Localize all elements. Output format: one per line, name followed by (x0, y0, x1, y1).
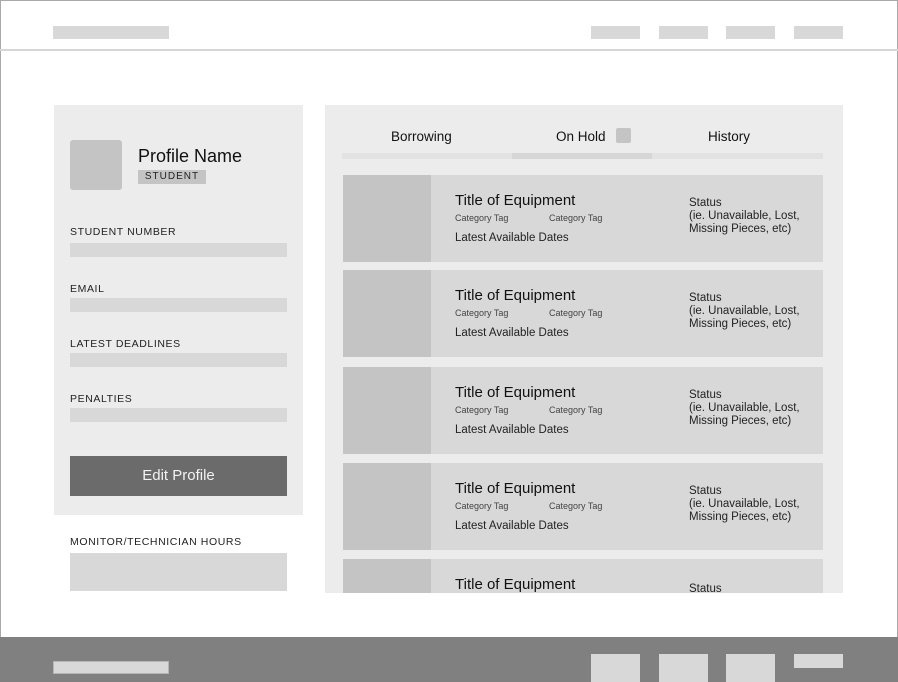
status-label: Status (689, 197, 722, 209)
equipment-item[interactable]: Title of Equipment Category Tag Category… (343, 367, 823, 454)
tab-on-hold[interactable]: On Hold (556, 129, 606, 144)
nav-link-4[interactable] (794, 26, 843, 39)
equipment-thumbnail (343, 270, 431, 357)
hours-label: MONITOR/TECHNICIAN HOURS (70, 536, 242, 548)
available-dates: Latest Available Dates (455, 520, 569, 532)
equipment-thumbnail (343, 175, 431, 262)
status-label: Status (689, 583, 722, 593)
footer-logo-placeholder[interactable] (53, 661, 169, 674)
equipment-thumbnail (343, 559, 431, 593)
category-tag: Category Tag (549, 405, 603, 415)
penalties-label: PENALTIES (70, 393, 133, 405)
status-label: Status (689, 485, 722, 497)
hours-box (70, 553, 287, 591)
latest-deadlines-label: LATEST DEADLINES (70, 338, 181, 350)
available-dates: Latest Available Dates (455, 232, 569, 244)
footer (0, 637, 898, 682)
equipment-thumbnail (343, 463, 431, 550)
equipment-status: Status (ie. Unavailable, Lost, Missing Pi… (689, 292, 819, 331)
equipment-item[interactable]: Title of Equipment Category Tag Category… (343, 463, 823, 550)
status-detail: (ie. Unavailable, Lost, Missing Pieces, … (689, 305, 800, 330)
top-navbar (0, 0, 898, 51)
status-label: Status (689, 292, 722, 304)
student-number-value (70, 243, 287, 257)
latest-deadlines-value (70, 353, 287, 367)
available-dates: Latest Available Dates (455, 424, 569, 436)
penalties-value (70, 408, 287, 422)
status-detail: (ie. Unavailable, Lost, Missing Pieces, … (689, 498, 800, 523)
category-tag: Category Tag (455, 405, 509, 415)
category-tag: Category Tag (549, 501, 603, 511)
equipment-title: Title of Equipment (455, 480, 576, 497)
equipment-item[interactable]: Title of Equipment Status (343, 559, 823, 593)
category-tag: Category Tag (549, 308, 603, 318)
equipment-title: Title of Equipment (455, 384, 576, 401)
available-dates: Latest Available Dates (455, 327, 569, 339)
equipment-status: Status (ie. Unavailable, Lost, Missing Pi… (689, 485, 819, 524)
avatar (70, 140, 122, 190)
student-number-label: STUDENT NUMBER (70, 226, 177, 238)
status-detail: (ie. Unavailable, Lost, Missing Pieces, … (689, 210, 800, 235)
category-tag: Category Tag (549, 213, 603, 223)
equipment-status: Status (ie. Unavailable, Lost, Missing Pi… (689, 389, 819, 428)
profile-name: Profile Name (138, 146, 243, 166)
tab-borrowing[interactable]: Borrowing (391, 129, 452, 144)
status-detail: (ie. Unavailable, Lost, Missing Pieces, … (689, 402, 800, 427)
status-label: Status (689, 389, 722, 401)
tab-active-indicator (512, 153, 652, 159)
footer-link-2[interactable] (659, 654, 708, 682)
email-value (70, 298, 287, 312)
footer-link-4[interactable] (794, 654, 843, 668)
category-tag: Category Tag (455, 213, 509, 223)
equipment-title: Title of Equipment (455, 576, 576, 593)
tab-history[interactable]: History (708, 129, 750, 144)
category-tag: Category Tag (455, 308, 509, 318)
footer-link-3[interactable] (726, 654, 775, 682)
on-hold-count-badge (616, 128, 631, 143)
nav-link-2[interactable] (659, 26, 708, 39)
category-tag: Category Tag (455, 501, 509, 511)
equipment-item[interactable]: Title of Equipment Category Tag Category… (343, 175, 823, 262)
equipment-thumbnail (343, 367, 431, 454)
nav-link-3[interactable] (726, 26, 775, 39)
edit-profile-button[interactable]: Edit Profile (70, 456, 287, 496)
nav-link-1[interactable] (591, 26, 640, 39)
logo-placeholder[interactable] (53, 26, 169, 39)
equipment-panel: Borrowing On Hold History Title of Equip… (325, 105, 843, 593)
equipment-item[interactable]: Title of Equipment Category Tag Category… (343, 270, 823, 357)
equipment-title: Title of Equipment (455, 287, 576, 304)
equipment-title: Title of Equipment (455, 192, 576, 209)
equipment-status: Status (689, 583, 819, 593)
footer-link-1[interactable] (591, 654, 640, 682)
role-badge: STUDENT (138, 170, 206, 184)
equipment-status: Status (ie. Unavailable, Lost, Missing Pi… (689, 197, 819, 236)
email-label: EMAIL (70, 283, 105, 295)
